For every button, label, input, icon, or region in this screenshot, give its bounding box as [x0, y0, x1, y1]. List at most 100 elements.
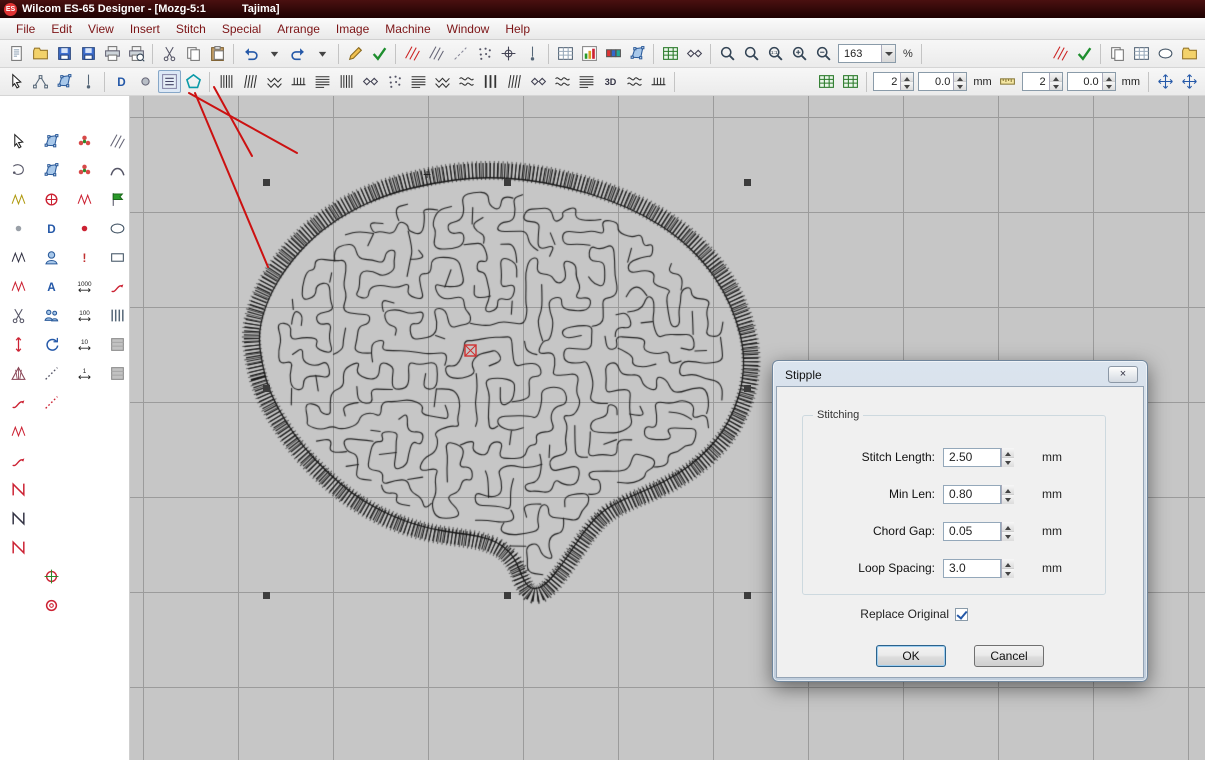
pointer-view-icon[interactable]	[497, 42, 520, 65]
connectors-view-icon[interactable]	[449, 42, 472, 65]
min-len-input[interactable]: 0.80	[943, 485, 1001, 504]
needle-points-view-icon[interactable]	[473, 42, 496, 65]
trapunto-icon[interactable]	[623, 70, 646, 93]
redraw-slow-icon[interactable]	[1049, 42, 1072, 65]
zoom-previous-icon[interactable]	[716, 42, 739, 65]
selection-handle[interactable]	[504, 179, 511, 186]
penetrations-view-icon[interactable]	[425, 42, 448, 65]
auto-digitize-tool[interactable]	[37, 186, 65, 212]
zigzag-stitch-icon[interactable]	[263, 70, 286, 93]
select-tool[interactable]	[4, 128, 32, 154]
dotted-line-tool[interactable]	[37, 360, 65, 386]
closed-object-icon[interactable]	[182, 70, 205, 93]
fill-stitch-tool[interactable]	[70, 186, 98, 212]
menu-image[interactable]: Image	[328, 20, 377, 38]
object-select-icon[interactable]	[5, 70, 28, 93]
pan-icon[interactable]	[1154, 70, 1177, 93]
repeat-count-spin-buttons[interactable]	[900, 73, 913, 90]
redo-icon[interactable]	[287, 42, 310, 65]
arc-tool[interactable]	[103, 157, 131, 183]
color-palette-icon[interactable]	[602, 42, 625, 65]
offset-y-spinner[interactable]: 0.0	[1067, 72, 1116, 91]
dialog-title-bar[interactable]: Stipple	[776, 364, 1144, 386]
cascade-windows-icon[interactable]	[1106, 42, 1129, 65]
team-names-tool[interactable]	[37, 302, 65, 328]
redraw-icon[interactable]	[1073, 42, 1096, 65]
grid-spacing-icon[interactable]	[815, 70, 838, 93]
fan-tool[interactable]	[4, 360, 32, 386]
dotted-n-tool[interactable]	[4, 534, 32, 560]
point-tool[interactable]	[4, 215, 32, 241]
zoom-level-combo[interactable]: 163	[838, 44, 896, 63]
e-stitch-icon[interactable]	[287, 70, 310, 93]
polygon-select-icon[interactable]	[29, 70, 52, 93]
step-fill-icon[interactable]	[335, 70, 358, 93]
loop-spacing-spinner[interactable]	[1001, 559, 1014, 578]
small-flower-tool[interactable]	[70, 157, 98, 183]
satin-slant-icon[interactable]	[239, 70, 262, 93]
tile-windows-icon[interactable]	[1130, 42, 1153, 65]
dialog-close-button[interactable]: ×	[1108, 366, 1138, 383]
menu-file[interactable]: File	[8, 20, 43, 38]
print-icon[interactable]	[101, 42, 124, 65]
needle-dots-icon[interactable]	[383, 70, 406, 93]
ok-button[interactable]: OK	[876, 645, 946, 667]
zoom-dropdown-arrow-icon[interactable]	[881, 45, 895, 62]
design-properties-icon[interactable]	[626, 42, 649, 65]
dash-run-tool[interactable]	[37, 389, 65, 415]
stitch-density-1000[interactable]: 1000	[70, 273, 98, 299]
selection-handle[interactable]	[744, 592, 751, 599]
reshape-tool[interactable]	[37, 128, 65, 154]
undo-dropdown-icon[interactable]	[263, 42, 286, 65]
fancy-fill-icon[interactable]	[359, 70, 382, 93]
menu-help[interactable]: Help	[497, 20, 538, 38]
rectangle-tool[interactable]	[103, 244, 131, 270]
portrait-tool[interactable]	[37, 244, 65, 270]
save-design-icon[interactable]	[53, 42, 76, 65]
min-len-spinner[interactable]	[1001, 485, 1014, 504]
black-n-tool[interactable]	[4, 505, 32, 531]
menu-machine[interactable]: Machine	[377, 20, 438, 38]
program-split-icon[interactable]	[158, 70, 181, 93]
offset-x-spin-buttons[interactable]	[953, 73, 966, 90]
title-bar[interactable]: ES Wilcom ES-65 Designer - [Mozg-5:1 Taj…	[0, 0, 1205, 18]
selection-handle[interactable]	[504, 592, 511, 599]
stitch-density-100[interactable]: 100	[70, 302, 98, 328]
block-tool-a[interactable]	[103, 331, 131, 357]
weave-fill-icon[interactable]	[407, 70, 430, 93]
undo-icon[interactable]	[239, 42, 262, 65]
stitch-edit-icon[interactable]	[77, 70, 100, 93]
stitch-density-1[interactable]: 1	[70, 360, 98, 386]
paste-icon[interactable]	[206, 42, 229, 65]
measure-icon[interactable]	[996, 70, 1019, 93]
jump-view-icon[interactable]	[521, 42, 544, 65]
satin-stitch-icon[interactable]	[215, 70, 238, 93]
red-point-tool[interactable]	[70, 215, 98, 241]
updown-tool[interactable]	[4, 331, 32, 357]
freehand-select-tool[interactable]	[4, 157, 32, 183]
stitch-length-spinner[interactable]	[1001, 448, 1014, 467]
lettering-tool[interactable]: A	[37, 273, 65, 299]
thread-chart-icon[interactable]	[659, 42, 682, 65]
spiral-fill-icon[interactable]	[503, 70, 526, 93]
menu-view[interactable]: View	[80, 20, 122, 38]
menu-insert[interactable]: Insert	[122, 20, 168, 38]
selection-handle[interactable]	[263, 592, 270, 599]
selection-handle[interactable]	[263, 385, 270, 392]
cancel-button[interactable]: Cancel	[974, 645, 1044, 667]
redo-dropdown-icon[interactable]	[311, 42, 334, 65]
new-design-icon[interactable]	[5, 42, 28, 65]
stipple-fill-icon[interactable]	[551, 70, 574, 93]
flower-fill-tool[interactable]	[70, 128, 98, 154]
replace-original-checkbox[interactable]	[955, 608, 968, 621]
open-design-icon[interactable]	[29, 42, 52, 65]
menu-arrange[interactable]: Arrange	[269, 20, 328, 38]
circle-cross-tool[interactable]	[37, 563, 65, 589]
red-zigzag-tool[interactable]	[4, 273, 32, 299]
zoom-box-icon[interactable]	[740, 42, 763, 65]
pattern-fill-icon[interactable]	[527, 70, 550, 93]
zoom-out-icon[interactable]	[812, 42, 835, 65]
offset-y-spin-buttons[interactable]	[1102, 73, 1115, 90]
column-fill-icon[interactable]	[479, 70, 502, 93]
hatch-fill-tool[interactable]	[103, 128, 131, 154]
